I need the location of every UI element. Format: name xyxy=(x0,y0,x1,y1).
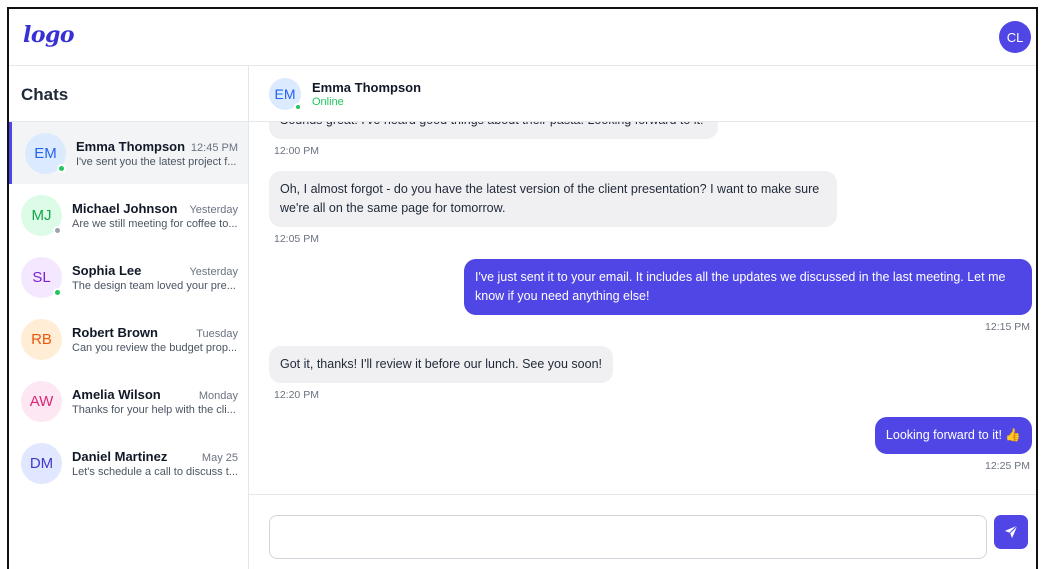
logo[interactable]: logo xyxy=(23,22,75,48)
chat-time: Monday xyxy=(198,389,238,402)
chat-preview: The design team loved your pre... xyxy=(72,279,236,292)
message-time: 12:00 PM xyxy=(274,145,319,157)
chat-item[interactable]: RB Robert Brown Tuesday Can you review t… xyxy=(9,308,248,370)
send-icon xyxy=(1004,525,1018,539)
chat-item[interactable]: SL Sophia Lee Yesterday The design team … xyxy=(9,246,248,308)
chat-list: EM Emma Thompson 12:45 PM I've sent you … xyxy=(9,122,248,494)
sidebar-title: Chats xyxy=(9,66,248,122)
chat-time: 12:45 PM xyxy=(190,141,238,154)
send-button[interactable] xyxy=(994,515,1028,549)
message-bubble: Looking forward to it! 👍 xyxy=(874,417,1032,454)
message-bubble: I've just sent it to your email. It incl… xyxy=(464,259,1032,315)
chat-time: Yesterday xyxy=(189,203,238,216)
chat-time: Yesterday xyxy=(189,265,238,278)
avatar: RB xyxy=(21,318,62,360)
chat-name: Daniel Martinez xyxy=(72,448,168,464)
message-bubble: Sounds great! I've heard good things abo… xyxy=(269,122,718,139)
contact-status: Online xyxy=(312,95,344,108)
conversation-header: EM Emma Thompson Online xyxy=(249,66,1036,122)
message-list[interactable]: Sounds great! I've heard good things abo… xyxy=(249,122,1036,494)
chat-name: Emma Thompson xyxy=(76,138,186,154)
avatar-initials: EM xyxy=(34,144,57,162)
avatar: AW xyxy=(21,380,62,422)
status-dot xyxy=(53,225,62,235)
message-outgoing: I've just sent it to your email. It incl… xyxy=(464,259,1032,333)
message-time: 12:25 PM xyxy=(985,460,1030,472)
chat-sidebar: Chats EM Emma Thompson 12:45 PM I've sen… xyxy=(9,66,249,569)
avatar-initials: DM xyxy=(29,454,54,472)
chat-item[interactable]: AW Amelia Wilson Monday Thanks for your … xyxy=(9,370,248,432)
avatar-initials: MJ xyxy=(31,206,52,224)
chat-time: May 25 xyxy=(201,451,238,464)
message-incoming: Oh, I almost forgot - do you have the la… xyxy=(269,171,837,245)
conversation-panel: EM Emma Thompson Online Sounds great! I'… xyxy=(249,66,1036,569)
chat-item[interactable]: MJ Michael Johnson Yesterday Are we stil… xyxy=(9,184,248,246)
message-bubble: Got it, thanks! I'll review it before ou… xyxy=(269,346,613,383)
top-bar: logo CL xyxy=(9,9,1036,66)
contact-initials: EM xyxy=(274,85,296,102)
avatar: EM xyxy=(25,132,66,174)
message-composer xyxy=(249,494,1036,569)
contact-name: Emma Thompson xyxy=(312,79,422,95)
message-outgoing: Looking forward to it! 👍 12:25 PM xyxy=(874,417,1032,472)
chat-preview: Thanks for your help with the cli... xyxy=(72,403,236,416)
avatar: DM xyxy=(21,442,62,484)
avatar-initials: AW xyxy=(29,392,54,410)
avatar: SL xyxy=(21,256,62,298)
chat-preview: I've sent you the latest project f... xyxy=(76,155,237,168)
message-time: 12:05 PM xyxy=(274,233,319,245)
chat-item[interactable]: DM Daniel Martinez May 25 Let's schedule… xyxy=(9,432,248,494)
chat-name: Amelia Wilson xyxy=(72,386,161,402)
status-dot xyxy=(53,287,62,297)
chat-preview: Let's schedule a call to discuss t... xyxy=(72,465,238,478)
app-window: logo CL Chats EM Emma Thompson 12:45 PM … xyxy=(7,7,1038,569)
chat-name: Sophia Lee xyxy=(72,262,142,278)
chat-preview: Can you review the budget prop... xyxy=(72,341,238,354)
chat-name: Michael Johnson xyxy=(72,200,178,216)
user-avatar[interactable]: CL xyxy=(999,21,1031,53)
contact-avatar[interactable]: EM xyxy=(269,77,302,111)
online-status-dot xyxy=(294,102,302,111)
avatar-initials: RB xyxy=(31,330,52,348)
message-time: 12:15 PM xyxy=(985,321,1030,333)
chat-time: Tuesday xyxy=(196,327,238,340)
chat-preview: Are we still meeting for coffee to... xyxy=(72,217,238,230)
message-incoming: Got it, thanks! I'll review it before ou… xyxy=(269,346,613,401)
message-input[interactable] xyxy=(269,515,987,559)
chat-name: Robert Brown xyxy=(72,324,158,340)
status-dot xyxy=(57,163,66,173)
message-incoming: Sounds great! I've heard good things abo… xyxy=(269,122,718,157)
message-time: 12:20 PM xyxy=(274,389,319,401)
avatar: MJ xyxy=(21,194,62,236)
chat-item[interactable]: EM Emma Thompson 12:45 PM I've sent you … xyxy=(9,122,248,184)
message-bubble: Oh, I almost forgot - do you have the la… xyxy=(269,171,837,227)
avatar-initials: SL xyxy=(32,268,51,286)
